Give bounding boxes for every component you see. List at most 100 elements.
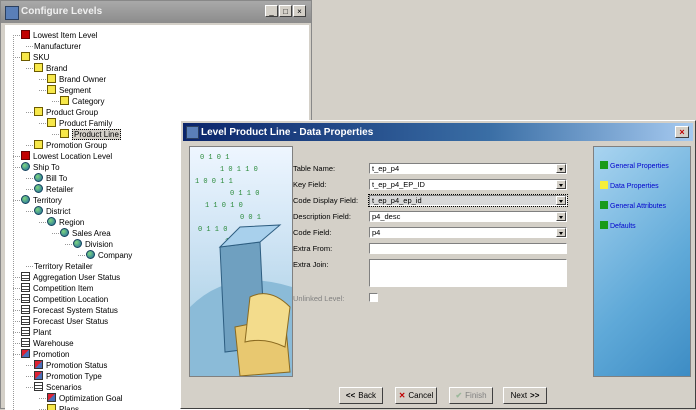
- tree-node[interactable]: District: [34, 206, 70, 217]
- svg-text:0 1 1 0: 0 1 1 0: [198, 226, 227, 234]
- tree-node-label: Aggregation User Status: [33, 273, 121, 282]
- tree-node[interactable]: Manufacturer: [34, 41, 81, 52]
- extra-from-input[interactable]: [369, 243, 567, 254]
- tree-node[interactable]: Company: [86, 250, 132, 261]
- wizard-step[interactable]: Defaults: [600, 221, 636, 230]
- dialog-close-button[interactable]: ×: [675, 126, 689, 138]
- tree-node-label: Competition Item: [33, 284, 94, 293]
- tree-node-label: Promotion Status: [46, 361, 108, 370]
- tree-node[interactable]: Promotion Status: [34, 360, 107, 371]
- dropdown-arrow-icon[interactable]: [556, 228, 566, 237]
- tree-trunk-line: [13, 35, 14, 410]
- tree-node[interactable]: Forecast User Status: [21, 316, 108, 327]
- tree-node[interactable]: Bill To: [34, 173, 67, 184]
- tree-node[interactable]: Optimization Goal: [47, 393, 123, 404]
- tree-node[interactable]: Aggregation User Status: [21, 272, 120, 283]
- tree-node[interactable]: Territory Retailer: [34, 261, 93, 272]
- tree-node[interactable]: Sales Area: [60, 228, 111, 239]
- dialog-title-bar[interactable]: Level Product Line - Data Properties ×: [183, 123, 693, 141]
- wizard-step-label: Data Properties: [610, 183, 659, 190]
- field-label: Unlinked Level:: [293, 294, 345, 303]
- field-dropdown[interactable]: t_ep_p4: [369, 163, 567, 174]
- tree-node[interactable]: Lowest Item Level: [21, 30, 97, 41]
- table-icon: [21, 305, 30, 314]
- tree-connector: [52, 101, 59, 102]
- title-bar[interactable]: Configure Levels _ □ ×: [1, 1, 311, 23]
- wizard-step[interactable]: Data Properties: [600, 181, 659, 190]
- svg-text:1 1 0 1 0: 1 1 0 1 0: [205, 202, 243, 210]
- wizard-step[interactable]: General Properties: [600, 161, 669, 170]
- tree-node[interactable]: Product Family: [47, 118, 112, 129]
- field-dropdown[interactable]: p4_desc: [369, 211, 567, 222]
- tree-node[interactable]: Scenarios: [34, 382, 82, 393]
- tree-node[interactable]: Promotion: [21, 349, 69, 360]
- tree-node[interactable]: SKU: [21, 52, 49, 63]
- next-button[interactable]: Next >>: [503, 387, 547, 404]
- maximize-button[interactable]: □: [279, 5, 292, 17]
- tree-node[interactable]: Competition Location: [21, 294, 108, 305]
- dialog-title: Level Product Line - Data Properties: [201, 127, 374, 138]
- globe-icon: [34, 206, 43, 215]
- tree-node[interactable]: Plans: [47, 404, 79, 410]
- dropdown-arrow-icon[interactable]: [556, 212, 566, 221]
- table-icon: [21, 316, 30, 325]
- field-dropdown[interactable]: p4: [369, 227, 567, 238]
- tree-node[interactable]: Ship To: [21, 162, 60, 173]
- tree-node[interactable]: Segment: [47, 85, 91, 96]
- field-label: Extra From:: [293, 244, 333, 253]
- globe-icon: [21, 162, 30, 171]
- unlinked-level-checkbox[interactable]: [369, 293, 378, 302]
- field-dropdown[interactable]: t_ep_p4_EP_ID: [369, 179, 567, 190]
- tree-node-label: Sales Area: [72, 229, 111, 238]
- close-button[interactable]: ×: [293, 5, 306, 17]
- tree-node[interactable]: Warehouse: [21, 338, 74, 349]
- tree-node-label: SKU: [33, 53, 50, 62]
- tree-node[interactable]: Promotion Type: [34, 371, 102, 382]
- lowest-level-icon: [21, 30, 30, 39]
- cube-icon: [60, 96, 69, 105]
- tree-connector: [26, 46, 33, 47]
- tree-connector: [39, 90, 46, 91]
- tree-connector: [13, 310, 20, 311]
- tree-node-label: Competition Location: [33, 295, 109, 304]
- table-icon: [21, 272, 30, 281]
- tree-node-label: Product Family: [59, 119, 113, 128]
- tree-connector: [52, 233, 59, 234]
- tree-node-label: Company: [98, 251, 133, 260]
- cancel-button[interactable]: ✕ Cancel: [395, 387, 437, 404]
- tree-connector: [13, 354, 20, 355]
- tree-node[interactable]: Territory: [21, 195, 62, 206]
- dropdown-arrow-icon[interactable]: [556, 164, 566, 173]
- tree-node[interactable]: Promotion Group: [34, 140, 107, 151]
- promotion-icon: [34, 371, 43, 380]
- tree-node[interactable]: Brand: [34, 63, 67, 74]
- tree-node-label: Promotion Type: [46, 372, 102, 381]
- step-status-icon: [600, 201, 608, 209]
- svg-text:1 0 1 1 0: 1 0 1 1 0: [220, 166, 258, 174]
- tree-node[interactable]: Lowest Location Level: [21, 151, 112, 162]
- field-dropdown[interactable]: t_ep_p4_ep_id: [368, 194, 568, 207]
- wizard-step[interactable]: General Attributes: [600, 201, 666, 210]
- tree-node[interactable]: Product Group: [34, 107, 98, 118]
- dropdown-arrow-icon[interactable]: [556, 196, 566, 205]
- tree-node[interactable]: Retailer: [34, 184, 74, 195]
- back-button[interactable]: << Back: [339, 387, 383, 404]
- tree-node[interactable]: Plant: [21, 327, 51, 338]
- tree-node[interactable]: Region: [47, 217, 84, 228]
- tree-node-label: Brand Owner: [59, 75, 107, 84]
- tree-node[interactable]: Category: [60, 96, 104, 107]
- tree-node[interactable]: Brand Owner: [47, 74, 106, 85]
- field-value: t_ep_p4: [372, 164, 400, 173]
- tree-node[interactable]: Division: [73, 239, 113, 250]
- cube-icon: [47, 404, 56, 410]
- tree-node-label: Product Group: [46, 108, 99, 117]
- window-title: Configure Levels: [21, 6, 103, 17]
- tree-node[interactable]: Competition Item: [21, 283, 93, 294]
- minimize-button[interactable]: _: [265, 5, 278, 17]
- extra-join-textarea[interactable]: [369, 259, 567, 287]
- tree-node[interactable]: Forecast System Status: [21, 305, 118, 316]
- finish-button[interactable]: ✔ Finish: [449, 387, 493, 404]
- tree-connector: [26, 145, 33, 146]
- dropdown-arrow-icon[interactable]: [556, 180, 566, 189]
- tree-node[interactable]: Product Line: [60, 129, 121, 140]
